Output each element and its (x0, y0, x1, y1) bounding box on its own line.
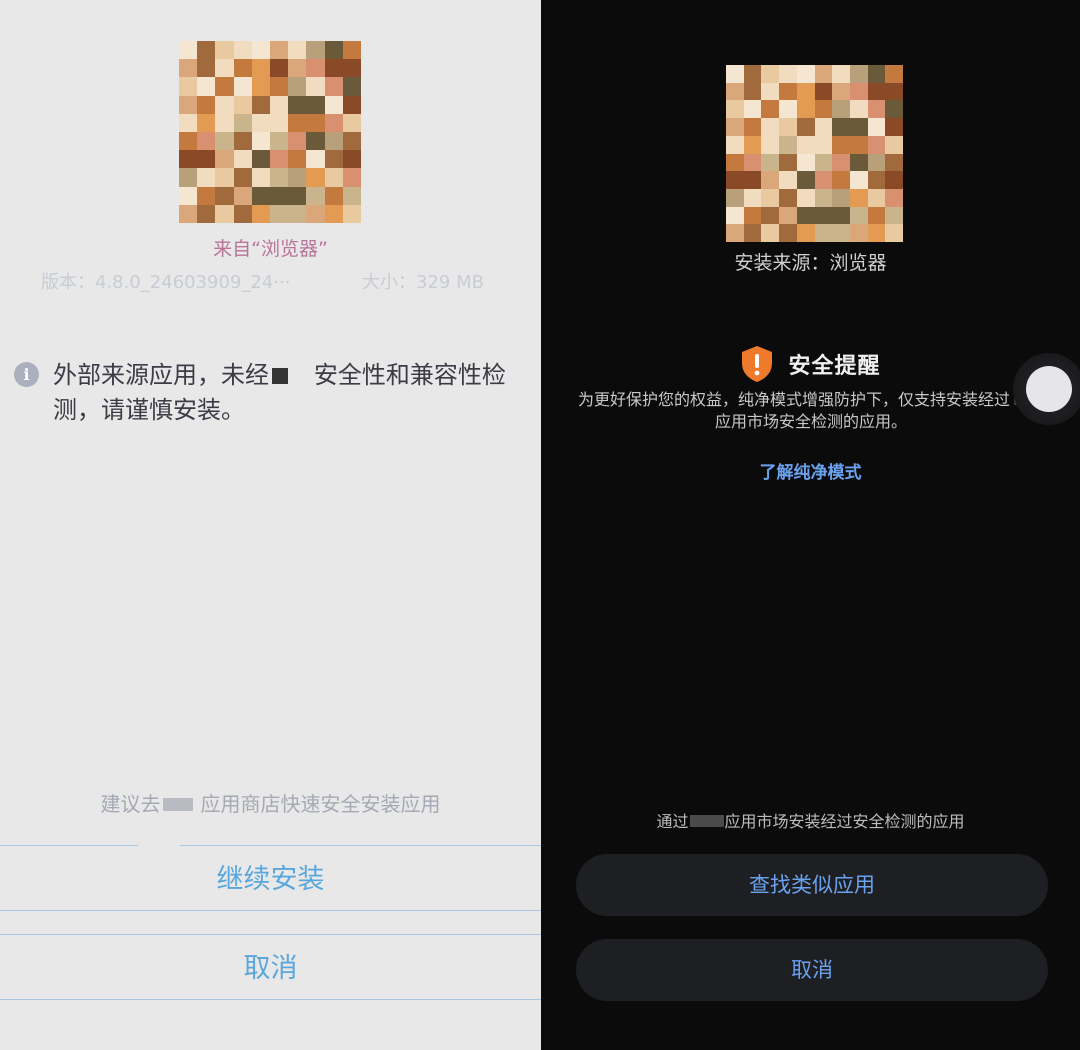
alert-description: 为更好保护您的权益，纯净模式增强防护下，仅支持安装经过应用市场安全检测的应用。 (571, 389, 1051, 433)
info-icon: i (14, 362, 39, 387)
app-icon-pixelated (726, 65, 903, 242)
version-label: 版本：4.8.0_24603909_24··· (41, 272, 291, 293)
shield-warning-icon (742, 346, 773, 382)
warning-text: 外部来源应用，未经 安全性和兼容性检测，请谨慎安装。 (53, 361, 506, 424)
security-alert-header: 安全提醒 (541, 345, 1080, 383)
app-icon-pixelated (179, 41, 361, 223)
right-security-dialog: 安装来源：浏览器 安全提醒 为更好保护您的权益，纯净模式增强防护下，仅支持安装经… (541, 0, 1080, 1050)
divider (0, 845, 138, 846)
divider (180, 845, 541, 846)
install-tip: 通过 应用市场安装经过安全检测的应用 (656, 812, 965, 831)
learn-pure-mode-link[interactable]: 了解纯净模式 (541, 458, 1080, 483)
install-source-label: 来自“浏览器” (213, 238, 328, 260)
cancel-button[interactable]: 取消 (576, 939, 1048, 1001)
divider (0, 999, 541, 1000)
size-label: 大小：329 MB (362, 272, 484, 293)
divider (0, 934, 541, 935)
cancel-button[interactable]: 取消 (0, 937, 541, 1001)
floating-ball-icon[interactable] (1013, 353, 1080, 425)
redaction-mark (162, 798, 193, 811)
continue-install-button[interactable]: 继续安装 (0, 848, 541, 912)
external-source-warning: i 外部来源应用，未经 安全性和兼容性检测，请谨慎安装。 (14, 358, 529, 428)
store-suggestion: 建议去 应用商店快速安全安装应用 (100, 792, 441, 816)
find-similar-app-button[interactable]: 查找类似应用 (576, 854, 1048, 916)
redaction-mark (689, 815, 724, 827)
alert-title: 安全提醒 (788, 354, 881, 379)
left-install-dialog: 来自“浏览器” 版本：4.8.0_24603909_24··· 大小：329 M… (0, 0, 541, 1050)
redaction-mark (272, 368, 288, 384)
divider (0, 910, 541, 911)
install-source-label: 安装来源：浏览器 (734, 252, 887, 274)
